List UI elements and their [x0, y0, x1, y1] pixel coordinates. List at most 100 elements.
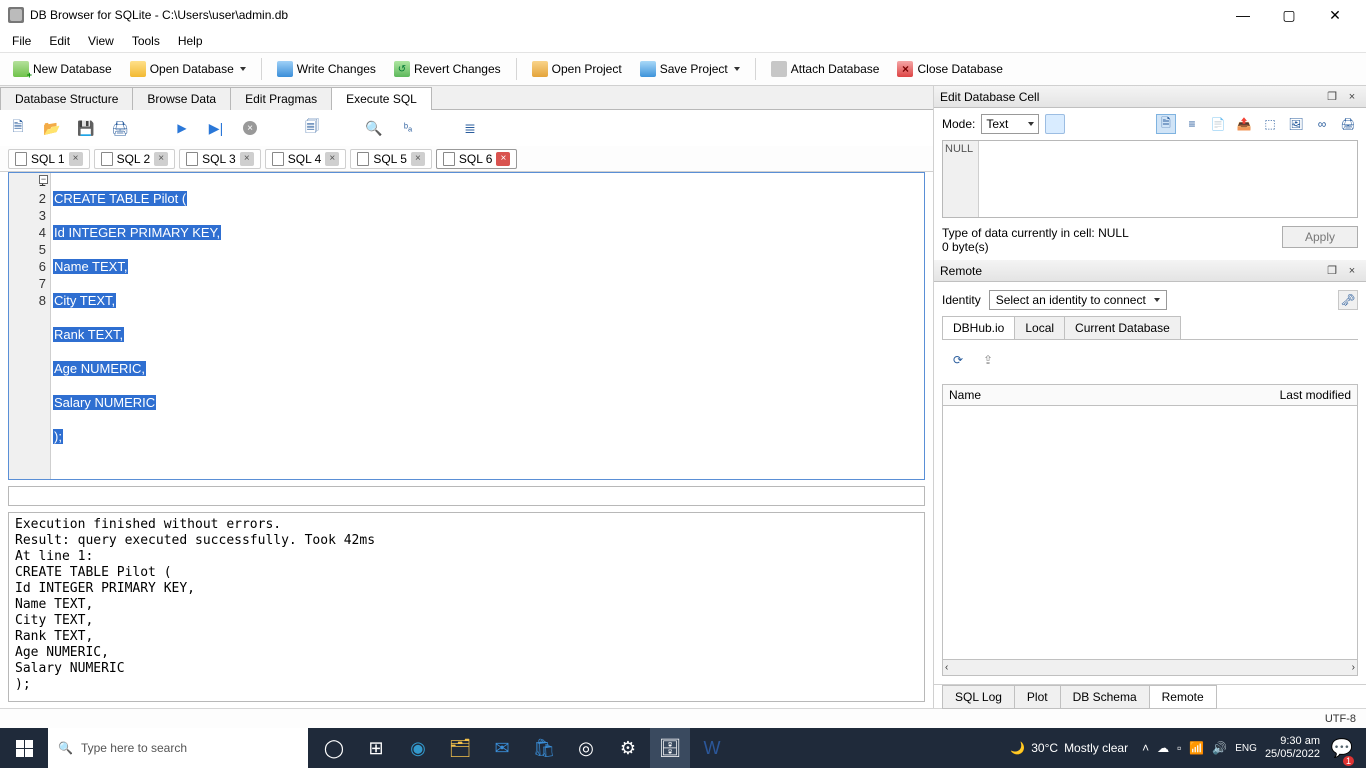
certificate-icon[interactable]: 🗝 — [1338, 290, 1358, 310]
tab-sql-log[interactable]: SQL Log — [942, 685, 1015, 709]
remote-list[interactable]: Name Last modified ‹› — [942, 384, 1358, 676]
close-tab-icon[interactable]: × — [154, 152, 168, 166]
fold-icon[interactable]: − — [39, 175, 48, 184]
remote-tab-local[interactable]: Local — [1014, 316, 1065, 339]
text-mode-icon[interactable]: 🗎 — [1156, 114, 1176, 134]
sqlite-browser-icon[interactable]: 🗄 — [650, 728, 690, 768]
sql-tab-2[interactable]: SQL 2× — [94, 149, 176, 169]
close-panel-icon[interactable]: × — [1344, 89, 1360, 105]
tab-db-schema[interactable]: DB Schema — [1060, 685, 1150, 709]
find-button[interactable]: 🔍 — [364, 118, 384, 138]
col-last-modified[interactable]: Last modified — [1274, 385, 1357, 405]
undock-icon[interactable]: ❐ — [1324, 263, 1340, 279]
sql-tab-3[interactable]: SQL 3× — [179, 149, 261, 169]
store-icon[interactable]: 🛍 — [524, 728, 564, 768]
close-tab-icon[interactable]: × — [69, 152, 83, 166]
tray-chevron-icon[interactable]: ˄ — [1142, 741, 1149, 755]
word-icon[interactable]: W — [692, 728, 732, 768]
sql-tab-6[interactable]: SQL 6× — [436, 149, 518, 169]
explorer-icon[interactable]: 🗂 — [440, 728, 480, 768]
tab-edit-pragmas[interactable]: Edit Pragmas — [230, 87, 332, 110]
execute-button[interactable]: ▶ — [172, 118, 192, 138]
start-button[interactable] — [0, 728, 48, 768]
import-icon[interactable]: 📄 — [1208, 114, 1228, 134]
write-changes-button[interactable]: Write Changes — [270, 57, 383, 81]
maximize-button[interactable]: ▢ — [1266, 0, 1312, 30]
indent-button[interactable]: ≣ — [460, 118, 480, 138]
undock-icon[interactable]: ❐ — [1324, 89, 1340, 105]
task-view-button[interactable]: ⊞ — [356, 728, 396, 768]
menu-edit[interactable]: Edit — [41, 32, 78, 50]
apply-button[interactable]: Apply — [1282, 226, 1358, 248]
tab-database-structure[interactable]: Database Structure — [0, 87, 133, 110]
sql-tab-1[interactable]: SQL 1× — [8, 149, 90, 169]
refresh-icon[interactable]: ⟳ — [948, 350, 968, 370]
sql-tab-5[interactable]: SQL 5× — [350, 149, 432, 169]
auto-format-button[interactable] — [1045, 114, 1065, 134]
sql-tab-4[interactable]: SQL 4× — [265, 149, 347, 169]
settings-icon[interactable]: ⚙ — [608, 728, 648, 768]
tab-execute-sql[interactable]: Execute SQL — [331, 87, 432, 110]
onedrive-icon[interactable]: ☁ — [1157, 741, 1169, 755]
print-button[interactable]: 🖨 — [110, 118, 130, 138]
cell-editor[interactable]: NULL — [942, 140, 1358, 218]
battery-icon[interactable]: ▫ — [1177, 741, 1181, 755]
new-tab-button[interactable]: 🗎 — [8, 118, 28, 138]
chrome-icon[interactable]: ◎ — [566, 728, 606, 768]
menu-help[interactable]: Help — [170, 32, 211, 50]
mail-icon[interactable]: ✉ — [482, 728, 522, 768]
code-area[interactable]: CREATE TABLE Pilot ( Id INTEGER PRIMARY … — [51, 173, 924, 479]
open-sql-button[interactable]: 📂 — [42, 118, 62, 138]
image-icon[interactable]: 🖼 — [1286, 114, 1306, 134]
upload-icon[interactable]: ⇪ — [978, 350, 998, 370]
close-tab-icon[interactable]: × — [240, 152, 254, 166]
volume-icon[interactable]: 🔊 — [1212, 741, 1227, 755]
taskbar-search[interactable]: 🔍Type here to search — [48, 728, 308, 768]
menu-file[interactable]: File — [4, 32, 39, 50]
results-panel[interactable] — [8, 486, 925, 506]
export-icon[interactable]: 📤 — [1234, 114, 1254, 134]
mode-select[interactable]: Text — [981, 114, 1039, 134]
menu-view[interactable]: View — [80, 32, 122, 50]
edge-icon[interactable]: ◉ — [398, 728, 438, 768]
execution-log[interactable]: Execution finished without errors. Resul… — [8, 512, 925, 702]
tab-browse-data[interactable]: Browse Data — [132, 87, 231, 110]
col-name[interactable]: Name — [943, 385, 1274, 405]
close-tab-icon[interactable]: × — [411, 152, 425, 166]
new-database-button[interactable]: New Database — [6, 57, 119, 81]
close-tab-icon[interactable]: × — [325, 152, 339, 166]
sql-editor[interactable]: − 12345678 CREATE TABLE Pilot ( Id INTEG… — [8, 172, 925, 480]
open-database-button[interactable]: Open Database — [123, 57, 253, 81]
menu-tools[interactable]: Tools — [124, 32, 168, 50]
close-button[interactable]: ✕ — [1312, 0, 1358, 30]
stop-button[interactable]: × — [240, 118, 260, 138]
attach-database-button[interactable]: Attach Database — [764, 57, 887, 81]
scrollbar[interactable]: ‹› — [943, 659, 1357, 675]
find-replace-button[interactable]: ᵇₐ — [398, 118, 418, 138]
remote-tab-dbhub[interactable]: DBHub.io — [942, 316, 1015, 339]
rtl-icon[interactable]: ≡ — [1182, 114, 1202, 134]
close-database-button[interactable]: Close Database — [890, 57, 1009, 81]
tab-remote[interactable]: Remote — [1149, 685, 1217, 709]
close-tab-icon[interactable]: × — [496, 152, 510, 166]
execute-line-button[interactable]: ▶| — [206, 118, 226, 138]
revert-changes-button[interactable]: Revert Changes — [387, 57, 508, 81]
save-results-button[interactable]: 🗐 — [302, 118, 322, 138]
language-icon[interactable]: ENG — [1235, 743, 1257, 754]
null-icon[interactable]: ⬚ — [1260, 114, 1280, 134]
task-view-icon[interactable]: ◯ — [314, 728, 354, 768]
notifications-icon[interactable]: 💬 — [1328, 728, 1356, 768]
tab-plot[interactable]: Plot — [1014, 685, 1061, 709]
save-sql-button[interactable]: 💾 — [76, 118, 96, 138]
print-cell-icon[interactable]: 🖨 — [1338, 114, 1358, 134]
link-icon[interactable]: ∞ — [1312, 114, 1332, 134]
open-project-button[interactable]: Open Project — [525, 57, 629, 81]
clock[interactable]: 9:30 am 25/05/2022 — [1265, 735, 1320, 761]
identity-select[interactable]: Select an identity to connect — [989, 290, 1167, 310]
remote-tab-current[interactable]: Current Database — [1064, 316, 1181, 339]
save-project-button[interactable]: Save Project — [633, 57, 747, 81]
minimize-button[interactable]: ― — [1220, 0, 1266, 30]
close-panel-icon[interactable]: × — [1344, 263, 1360, 279]
weather-widget[interactable]: 🌙 30°C Mostly clear — [1010, 741, 1128, 755]
wifi-icon[interactable]: 📶 — [1189, 741, 1204, 755]
